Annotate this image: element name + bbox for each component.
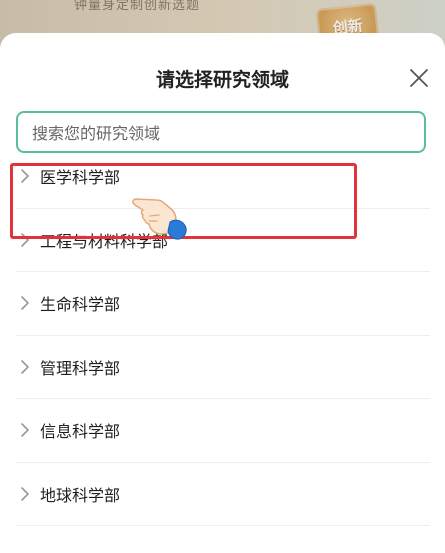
hand-pointer-icon [132,198,187,240]
chevron-right-icon [21,296,29,310]
list-item-information[interactable]: 信息科学部 [16,399,430,463]
list-item-label: 管理科学部 [40,358,121,378]
list-item-earth-sciences[interactable]: 地球科学部 [16,463,430,526]
chevron-right-icon [21,359,29,374]
close-button[interactable] [407,66,431,90]
close-icon [410,69,428,87]
list-item-label: 地球科学部 [40,485,121,505]
list-item-life-sciences[interactable]: 生命科学部 [16,272,430,336]
list-item-management[interactable]: 管理科学部 [16,336,430,399]
list-item-label: 生命科学部 [40,295,121,314]
sheet-title: 请选择研究领域 [155,69,289,91]
chevron-right-icon [21,423,29,437]
list-item-label: 信息科学部 [40,422,121,441]
chevron-right-icon [21,486,29,501]
